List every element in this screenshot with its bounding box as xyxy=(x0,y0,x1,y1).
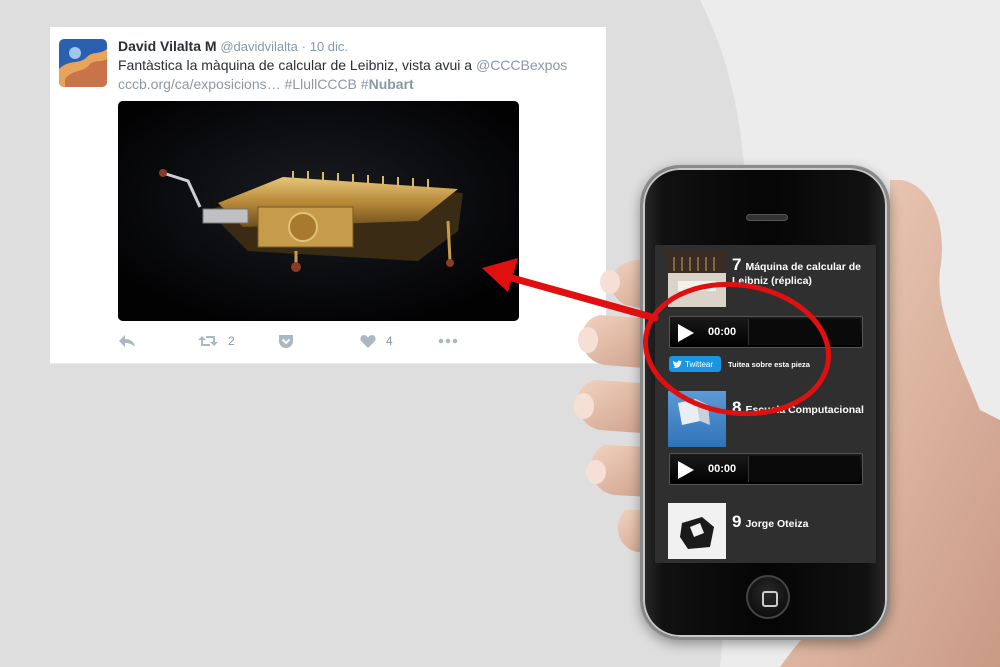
hashtag-prefix: # xyxy=(360,76,369,92)
speaker-grill xyxy=(746,214,788,221)
twitter-button[interactable]: Twittear xyxy=(669,356,721,372)
item-thumbnail xyxy=(668,503,726,559)
home-button[interactable] xyxy=(746,575,790,619)
tweet-actions: 2 4 xyxy=(118,329,538,353)
item-title: 9 Jorge Oteiza xyxy=(732,512,872,531)
author-name[interactable]: David Vilalta M xyxy=(118,38,217,54)
tweet-prompt: Tuitea sobre esta pieza xyxy=(728,360,810,369)
tweet-card: David Vilalta M @davidvilalta · 10 dic. … xyxy=(50,27,606,364)
tweet-date[interactable]: 10 dic. xyxy=(310,39,348,54)
audio-player[interactable]: 00:00 xyxy=(669,453,863,485)
twitter-button-label: Twittear xyxy=(685,359,714,369)
item-thumbnail xyxy=(668,251,726,307)
reply-icon xyxy=(119,335,135,347)
item-title: 8 Escuela Computacional xyxy=(732,398,872,417)
audio-progress-bar[interactable] xyxy=(748,319,860,345)
item-number: 8 xyxy=(732,398,742,417)
item-title-text: Máquina de calcular de Leibniz (réplica) xyxy=(732,261,862,287)
item-title-text: Escuela Computacional xyxy=(745,404,864,416)
item-title-text: Jorge Oteiza xyxy=(745,518,809,530)
reply-button[interactable] xyxy=(118,329,136,353)
item-thumbnail xyxy=(668,391,726,447)
heart-icon xyxy=(360,335,376,348)
save-pocket-icon xyxy=(279,334,293,348)
avatar[interactable] xyxy=(59,39,107,87)
audio-progress-bar[interactable] xyxy=(748,456,860,482)
hashtag-link[interactable]: #LlullCCCB xyxy=(285,76,357,92)
item-title: 7 Máquina de calcular de Leibniz (réplica… xyxy=(732,255,872,288)
tweet-body: Fantàstica la màquina de calcular de Lei… xyxy=(118,57,476,73)
audio-time: 00:00 xyxy=(708,463,737,475)
more-button[interactable] xyxy=(438,329,458,353)
hashtag-nubart-link[interactable]: #Nubart xyxy=(361,76,414,92)
audio-player[interactable]: 00:00 xyxy=(669,316,863,348)
retweet-button[interactable]: 2 xyxy=(198,329,235,353)
url-link[interactable]: cccb.org/ca/exposicions… xyxy=(118,76,281,92)
item-number: 7 xyxy=(732,255,742,274)
hashtag-bold-text: Nubart xyxy=(368,76,414,92)
play-icon[interactable] xyxy=(678,461,694,479)
item-number: 9 xyxy=(732,512,742,531)
more-icon xyxy=(438,338,458,344)
tweet-header: David Vilalta M @davidvilalta · 10 dic. xyxy=(118,38,348,54)
phone-screen: 7 Máquina de calcular de Leibniz (réplica… xyxy=(655,245,876,563)
play-icon[interactable] xyxy=(678,324,694,342)
twitter-bird-icon xyxy=(673,360,682,368)
audio-time: 00:00 xyxy=(708,326,737,338)
tweet-text: Fantàstica la màquina de calcular de Lei… xyxy=(118,56,598,94)
like-count: 4 xyxy=(386,334,393,348)
author-handle[interactable]: @davidvilalta xyxy=(220,39,298,54)
separator: · xyxy=(301,39,306,54)
retweet-icon xyxy=(198,336,218,346)
pocket-button[interactable] xyxy=(278,329,294,353)
retweet-count: 2 xyxy=(228,334,235,348)
tweet-photo[interactable] xyxy=(118,101,519,321)
like-button[interactable]: 4 xyxy=(360,329,393,353)
mention-link[interactable]: @CCCBexpos xyxy=(476,57,567,73)
iphone: 7 Máquina de calcular de Leibniz (réplica… xyxy=(640,165,890,640)
